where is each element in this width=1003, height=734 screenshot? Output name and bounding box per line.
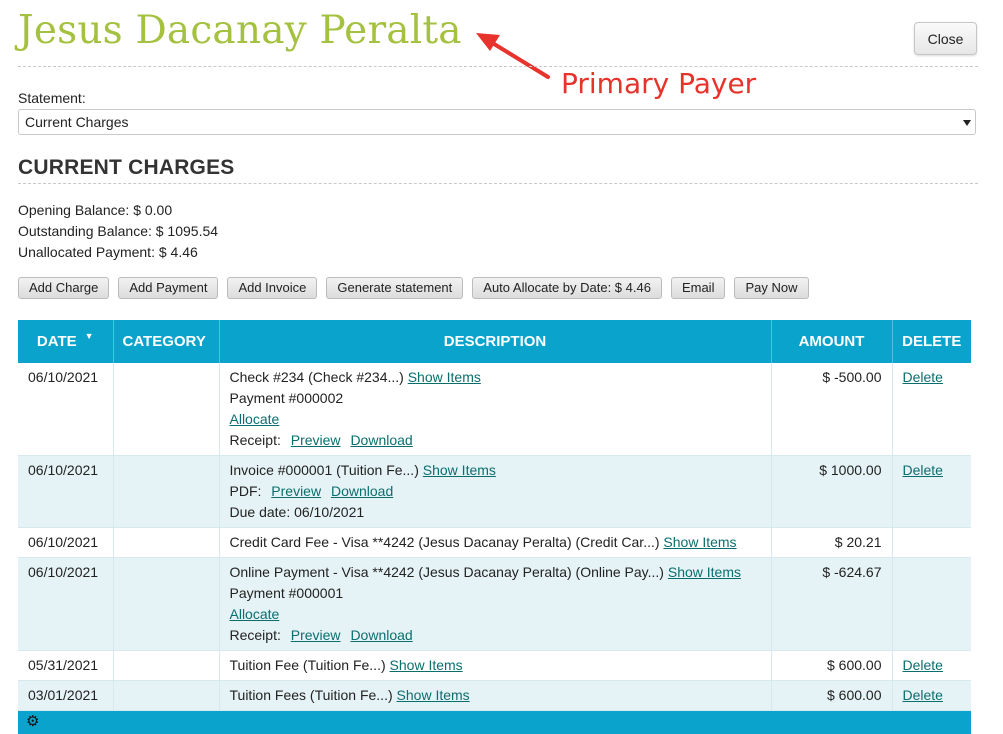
row-amount: $ -624.67 [771, 557, 893, 651]
statement-select[interactable]: Current Charges [18, 109, 976, 135]
add-payment-button[interactable]: Add Payment [118, 277, 219, 299]
row-delete-cell [892, 557, 971, 651]
arrow-annotation-icon [476, 33, 550, 79]
row-delete-cell: Delete [892, 363, 971, 456]
row-category [113, 527, 220, 558]
row-description: Credit Card Fee - Visa **4242 (Jesus Dac… [219, 527, 772, 558]
unallocated-payment: Unallocated Payment: $ 4.46 [18, 244, 198, 260]
add-invoice-button[interactable]: Add Invoice [227, 277, 318, 299]
add-charge-button[interactable]: Add Charge [18, 277, 110, 299]
allocate-link[interactable]: Allocate [230, 606, 280, 622]
row-delete-cell: Delete [892, 650, 971, 681]
payment-number: Payment #000001 [229, 585, 344, 601]
dropdown-arrow-icon [963, 120, 971, 126]
row-date: 05/31/2021 [18, 650, 114, 681]
column-header-date[interactable]: DATE ▼ [18, 320, 114, 363]
table-row: 06/10/2021 Invoice #000001 (Tuition Fe..… [18, 455, 971, 528]
table-footer-cell: ⚙ [18, 710, 971, 734]
pdf-label: PDF: [229, 483, 262, 499]
receipt-label: Receipt: [229, 627, 281, 643]
charges-table: DATE ▼ CATEGORY DESCRIPTION AMOUNT DELETE… [18, 320, 971, 734]
close-button[interactable]: Close [914, 22, 977, 55]
row-category [113, 650, 220, 681]
table-row: 06/10/2021 Online Payment - Visa **4242 … [18, 557, 971, 651]
auto-allocate-button[interactable]: Auto Allocate by Date: $ 4.46 [472, 277, 662, 299]
row-amount: $ -500.00 [771, 363, 893, 456]
column-header-amount[interactable]: AMOUNT [771, 320, 893, 363]
statement-selected-value: Current Charges [25, 114, 129, 130]
row-category [113, 557, 220, 651]
download-link[interactable]: Download [350, 432, 412, 448]
show-items-link[interactable]: Show Items [390, 657, 463, 673]
email-button[interactable]: Email [670, 277, 726, 299]
description-text: Online Payment - Visa **4242 (Jesus Daca… [229, 564, 664, 580]
payment-number: Payment #000002 [229, 390, 344, 406]
column-header-delete: DELETE [892, 320, 971, 363]
row-amount: $ 600.00 [771, 680, 893, 711]
description-text: Credit Card Fee - Visa **4242 (Jesus Dac… [229, 534, 660, 550]
row-amount: $ 20.21 [771, 527, 893, 558]
primary-payer-annotation: Primary Payer [561, 67, 757, 100]
row-category [113, 363, 220, 456]
row-category [113, 455, 220, 528]
row-delete-cell: Delete [892, 680, 971, 711]
sort-down-icon: ▼ [84, 331, 94, 341]
description-text: Invoice #000001 (Tuition Fe...) [229, 462, 419, 478]
delete-link[interactable]: Delete [903, 657, 943, 673]
divider [18, 183, 978, 184]
due-date: Due date: 06/10/2021 [229, 504, 365, 520]
allocate-link[interactable]: Allocate [230, 411, 280, 427]
delete-link[interactable]: Delete [903, 687, 943, 703]
row-description: Online Payment - Visa **4242 (Jesus Daca… [219, 557, 772, 651]
table-row: 06/10/2021 Check #234 (Check #234...) Sh… [18, 363, 971, 456]
table-footer: ⚙ [18, 710, 971, 734]
show-items-link[interactable]: Show Items [668, 564, 741, 580]
row-date: 06/10/2021 [18, 527, 114, 558]
action-buttons: Add Charge Add Payment Add Invoice Gener… [18, 277, 809, 299]
table-row: 03/01/2021 Tuition Fees (Tuition Fe...) … [18, 680, 971, 711]
preview-link[interactable]: Preview [291, 432, 341, 448]
table-row: 05/31/2021 Tuition Fee (Tuition Fe...) S… [18, 650, 971, 681]
statement-label: Statement: [18, 90, 86, 106]
generate-statement-button[interactable]: Generate statement [326, 277, 464, 299]
delete-link[interactable]: Delete [903, 462, 943, 478]
column-header-description[interactable]: DESCRIPTION [219, 320, 772, 363]
preview-link[interactable]: Preview [271, 483, 321, 499]
description-text: Tuition Fee (Tuition Fe...) [229, 657, 386, 673]
show-items-link[interactable]: Show Items [663, 534, 736, 550]
row-category [113, 680, 220, 711]
payer-name-title: Jesus Dacanay Peralta [18, 8, 462, 53]
row-description: Tuition Fees (Tuition Fe...) Show Items [219, 680, 772, 711]
row-date: 03/01/2021 [18, 680, 114, 711]
row-date: 06/10/2021 [18, 557, 114, 651]
description-text: Check #234 (Check #234...) [229, 369, 404, 385]
row-description: Invoice #000001 (Tuition Fe...) Show Ite… [219, 455, 772, 528]
download-link[interactable]: Download [331, 483, 393, 499]
row-description: Tuition Fee (Tuition Fe...) Show Items [219, 650, 772, 681]
show-items-link[interactable]: Show Items [423, 462, 496, 478]
show-items-link[interactable]: Show Items [408, 369, 481, 385]
row-amount: $ 1000.00 [771, 455, 893, 528]
download-link[interactable]: Download [350, 627, 412, 643]
row-date: 06/10/2021 [18, 363, 114, 456]
row-delete-cell [892, 527, 971, 558]
opening-balance: Opening Balance: $ 0.00 [18, 202, 173, 218]
divider [18, 66, 978, 67]
show-items-link[interactable]: Show Items [397, 687, 470, 703]
table-row: 06/10/2021 Credit Card Fee - Visa **4242… [18, 527, 971, 558]
preview-link[interactable]: Preview [291, 627, 341, 643]
column-header-category[interactable]: CATEGORY [113, 320, 220, 363]
delete-link[interactable]: Delete [903, 369, 943, 385]
gear-icon[interactable]: ⚙ [26, 713, 39, 730]
description-text: Tuition Fees (Tuition Fe...) [229, 687, 393, 703]
section-title: CURRENT CHARGES [18, 156, 235, 179]
row-description: Check #234 (Check #234...) Show Items Pa… [219, 363, 772, 456]
outstanding-balance: Outstanding Balance: $ 1095.54 [18, 223, 219, 239]
row-delete-cell: Delete [892, 455, 971, 528]
row-date: 06/10/2021 [18, 455, 114, 528]
pay-now-button[interactable]: Pay Now [734, 277, 809, 299]
row-amount: $ 600.00 [771, 650, 893, 681]
receipt-label: Receipt: [229, 432, 281, 448]
